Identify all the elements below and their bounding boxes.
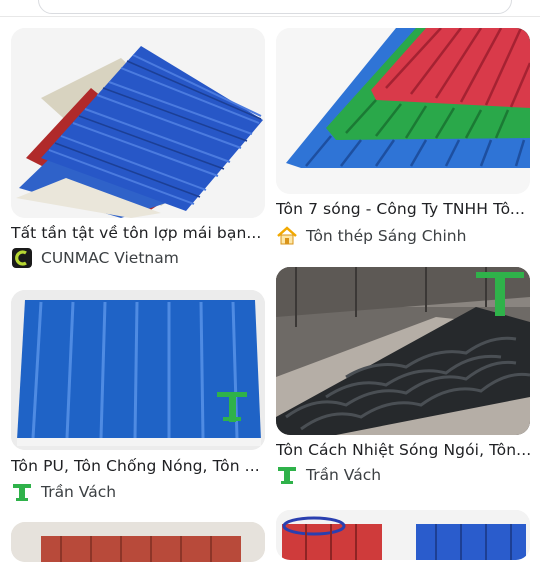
result-title-2[interactable]: Tôn 7 sóng - Công Ty TNHH Tô... — [276, 200, 530, 218]
result-image-3[interactable] — [11, 290, 265, 450]
result-image-1[interactable] — [11, 28, 265, 218]
result-title-4[interactable]: Tôn Cách Nhiệt Sóng Ngói, Tôn... — [276, 441, 530, 459]
result-source-1[interactable]: CUNMAC Vietnam — [11, 247, 179, 269]
result-source-name-1: CUNMAC Vietnam — [41, 249, 179, 267]
result-source-name-2: Tôn thép Sáng Chinh — [306, 227, 467, 245]
result-image-2[interactable] — [276, 28, 530, 194]
roofing-sheets-stack-image — [11, 28, 265, 218]
house-logo-icon — [277, 226, 297, 245]
tran-vach-logo-icon — [278, 467, 296, 484]
tran-vach-logo-icon — [13, 484, 31, 501]
result-source-4[interactable]: Trần Vách — [276, 464, 381, 486]
roofing-sheet-image-partial — [11, 522, 265, 562]
result-source-2[interactable]: Tôn thép Sáng Chinh — [276, 225, 466, 247]
pu-insulated-panel-image — [11, 290, 265, 450]
search-bar-area — [0, 0, 540, 17]
seven-wave-roofing-image — [276, 28, 530, 194]
result-source-name-4: Trần Vách — [306, 466, 382, 484]
result-image-5[interactable] — [11, 522, 265, 562]
result-source-name-3: Trần Vách — [41, 483, 117, 501]
result-title-1[interactable]: Tất tần tật về tôn lợp mái bạn... — [11, 224, 265, 242]
colored-roofing-samples-image-partial — [276, 510, 530, 560]
tile-wave-roofing-image — [276, 267, 530, 435]
result-image-4[interactable] — [276, 267, 530, 435]
result-source-3[interactable]: Trần Vách — [11, 481, 116, 503]
result-image-6[interactable] — [276, 510, 530, 560]
result-title-3[interactable]: Tôn PU, Tôn Chống Nóng, Tôn ... — [11, 457, 265, 475]
search-input[interactable] — [38, 0, 512, 14]
cunmac-logo-icon — [12, 248, 32, 268]
